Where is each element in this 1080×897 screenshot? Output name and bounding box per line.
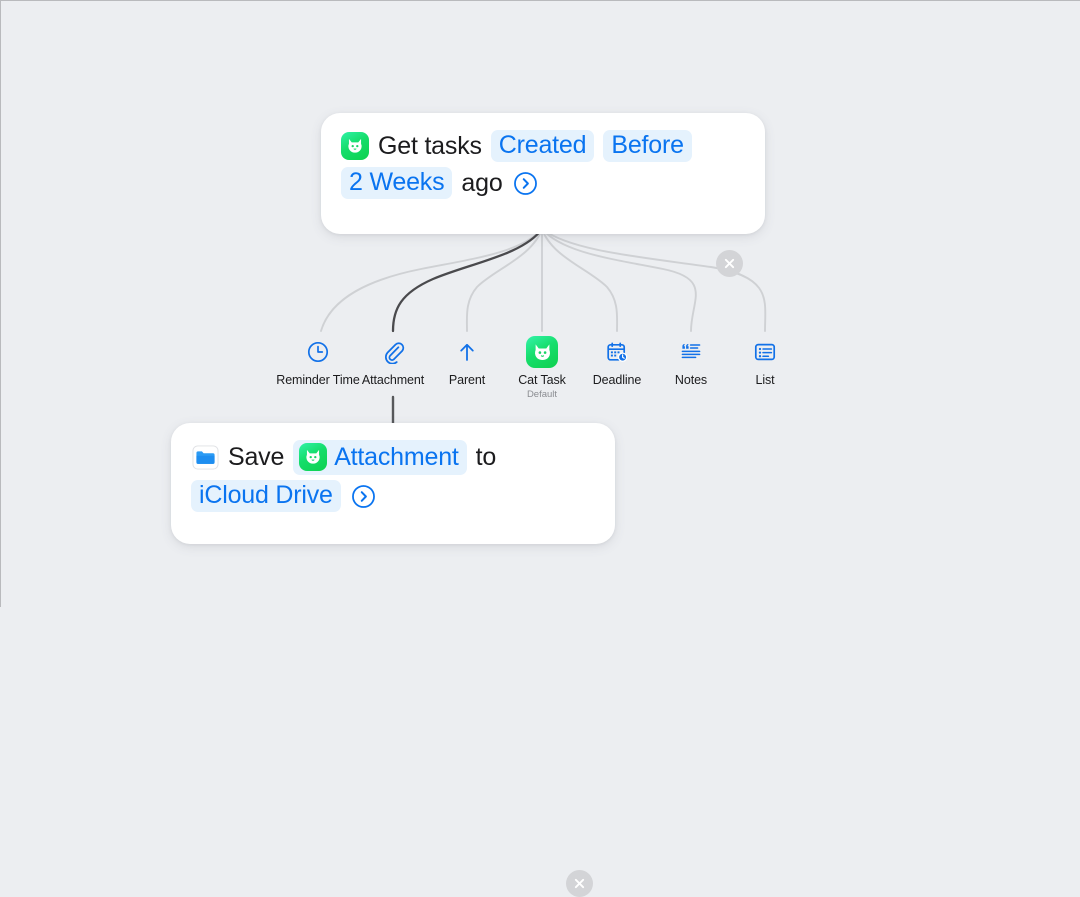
action-card-get-tasks[interactable]: Get tasks Created Before 2 Weeks ago xyxy=(321,113,765,277)
clock-icon xyxy=(306,337,330,367)
cat-task-app-icon xyxy=(341,132,369,160)
cat-task-app-icon xyxy=(299,443,328,471)
connector-deadline xyxy=(541,228,619,332)
connector-list xyxy=(541,228,767,332)
chevron-right-icon[interactable] xyxy=(512,170,539,197)
files-folder-icon xyxy=(191,444,219,472)
param-attachment-label: Attachment xyxy=(334,442,459,471)
param-attachment[interactable]: Attachment xyxy=(293,440,467,475)
shortcut-canvas: Get tasks Created Before 2 Weeks ago Rem… xyxy=(1,1,1080,897)
cat-task-app-icon xyxy=(526,336,558,368)
variable-label: Notes xyxy=(674,373,708,387)
variable-label: List xyxy=(755,373,775,387)
connector-notes xyxy=(541,228,697,332)
close-icon[interactable] xyxy=(566,870,593,897)
variable-label: Attachment xyxy=(361,373,425,387)
action-text-save: Save xyxy=(228,443,285,471)
variable-chip-row: Reminder Time Attachment Parent Cat Task… xyxy=(276,336,804,403)
action-phrase: Save Attachment to iCloud Drive xyxy=(191,440,551,512)
action-text-ago: ago xyxy=(461,168,503,197)
notes-icon xyxy=(679,337,703,367)
action-phrase: Get tasks Created Before 2 Weeks ago xyxy=(341,130,701,199)
connector-parent xyxy=(465,228,543,332)
action-card-save[interactable]: Save Attachment to iCloud Drive xyxy=(171,423,615,897)
list-icon xyxy=(753,337,777,367)
close-icon[interactable] xyxy=(716,250,743,277)
chevron-right-icon[interactable] xyxy=(350,483,377,510)
calendar-clock-icon xyxy=(605,337,629,367)
param-2-weeks[interactable]: 2 Weeks xyxy=(341,167,453,199)
connector-attachment-active xyxy=(391,227,544,333)
variable-label: Parent xyxy=(448,373,486,387)
variable-label: Cat Task xyxy=(518,373,566,387)
variable-label: Deadline xyxy=(592,373,642,387)
param-before[interactable]: Before xyxy=(603,130,692,162)
arrow-up-icon xyxy=(455,337,479,367)
connector-reminder-time xyxy=(320,228,543,332)
action-text-get-tasks: Get tasks xyxy=(378,131,482,160)
param-icloud-drive[interactable]: iCloud Drive xyxy=(191,480,341,512)
action-text-to: to xyxy=(475,443,497,471)
variable-sublabel: Default xyxy=(526,388,558,400)
param-created[interactable]: Created xyxy=(490,130,595,162)
variable-list[interactable]: List xyxy=(719,337,811,388)
paperclip-icon xyxy=(381,337,405,367)
